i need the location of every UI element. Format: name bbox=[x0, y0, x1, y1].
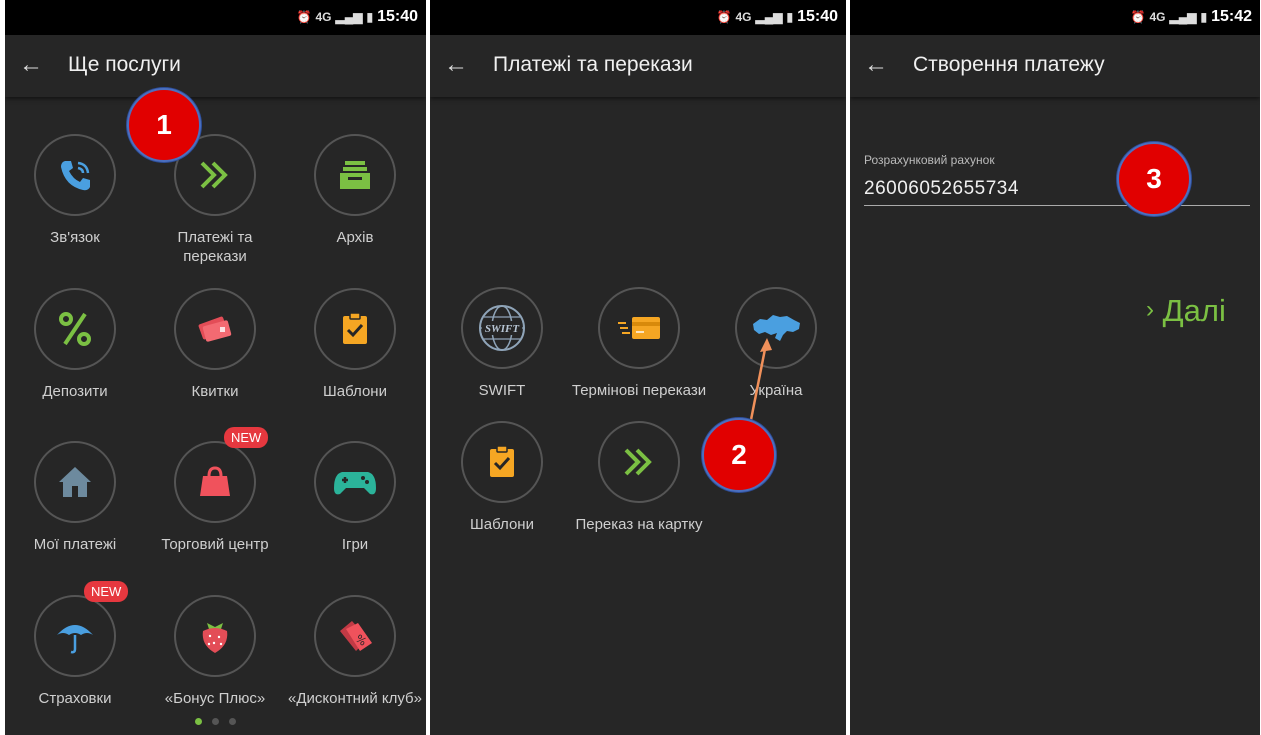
screen-more-services: ⏰ 4G ▂▄▆ ▮ 15:40 ← Ще послуги Зв'язок Пл… bbox=[5, 0, 426, 735]
clipboard-check-icon bbox=[314, 288, 396, 370]
transfer-tile-templates[interactable]: Шаблони bbox=[432, 421, 572, 534]
battery-icon: ▮ bbox=[1200, 10, 1208, 24]
back-arrow-icon[interactable]: ← bbox=[864, 52, 890, 78]
app-bar: ← Платежі та перекази bbox=[430, 35, 846, 97]
network-label: 4G bbox=[1149, 10, 1166, 24]
app-bar: ← Ще послуги bbox=[5, 35, 426, 97]
tile-label: Страховки bbox=[38, 690, 112, 707]
swift-logo-text: SWIFT bbox=[485, 323, 521, 335]
tile-label: Платежі та перекази bbox=[177, 229, 253, 265]
step-marker-1: 1 bbox=[127, 88, 201, 162]
tile-label: Квитки bbox=[191, 383, 239, 400]
fast-card-icon bbox=[598, 287, 680, 369]
umbrella-icon bbox=[34, 595, 116, 677]
signal-icon: ▂▄▆ bbox=[755, 10, 783, 24]
back-arrow-icon[interactable]: ← bbox=[19, 52, 45, 78]
service-tile-discount-club[interactable]: % «Дисконтний клуб» bbox=[285, 595, 425, 708]
battery-icon: ▮ bbox=[786, 10, 794, 24]
service-tile-archive[interactable]: Архів bbox=[285, 134, 425, 247]
screen-create-payment: ⏰ 4G ▂▄▆ ▮ 15:42 ← Створення платежу Роз… bbox=[850, 0, 1260, 735]
service-tile-templates[interactable]: Шаблони bbox=[285, 288, 425, 401]
service-tile-my-payments[interactable]: Мої платежі bbox=[5, 441, 145, 554]
tile-label: «Дисконтний клуб» bbox=[288, 690, 422, 707]
status-bar: ⏰ 4G ▂▄▆ ▮ 15:40 bbox=[5, 0, 426, 35]
clock: 15:40 bbox=[797, 8, 838, 25]
clipboard-check-icon bbox=[461, 421, 543, 503]
service-tile-shopping-center[interactable]: Торговий центр bbox=[145, 441, 285, 554]
account-field-label: Розрахунковий рахунок bbox=[864, 153, 995, 167]
house-icon bbox=[34, 441, 116, 523]
signal-icon: ▂▄▆ bbox=[1169, 10, 1197, 24]
double-chevron-icon bbox=[598, 421, 680, 503]
alarm-icon: ⏰ bbox=[1130, 10, 1146, 24]
tile-label: Архів bbox=[336, 229, 374, 246]
percent-icon bbox=[34, 288, 116, 370]
status-bar: ⏰ 4G ▂▄▆ ▮ 15:40 bbox=[430, 0, 846, 35]
clock: 15:40 bbox=[377, 8, 418, 25]
service-tile-games[interactable]: Ігри bbox=[285, 441, 425, 554]
page-dot[interactable] bbox=[212, 718, 219, 725]
tile-label: Зв'язок bbox=[50, 229, 100, 246]
tile-label: Термінові перекази bbox=[571, 382, 707, 399]
tile-label: Шаблони bbox=[323, 383, 387, 400]
tile-label: Ігри bbox=[341, 536, 369, 553]
back-arrow-icon[interactable]: ← bbox=[444, 52, 470, 78]
tickets-icon bbox=[174, 288, 256, 370]
service-tile-insurance[interactable]: Страховки bbox=[5, 595, 145, 708]
tile-label: Переказ на картку bbox=[575, 516, 703, 533]
tile-label: SWIFT bbox=[478, 382, 526, 399]
archive-tray-icon bbox=[314, 134, 396, 216]
service-tile-connection[interactable]: Зв'язок bbox=[5, 134, 145, 247]
service-tile-deposits[interactable]: Депозити bbox=[5, 288, 145, 401]
next-label: Далі bbox=[1162, 293, 1226, 328]
chevron-right-icon: › bbox=[1146, 296, 1154, 323]
account-input[interactable]: 26006052655734 bbox=[864, 178, 1019, 200]
alarm-icon: ⏰ bbox=[296, 10, 312, 24]
tile-label: Шаблони bbox=[470, 516, 534, 533]
transfer-tile-card[interactable]: Переказ на картку bbox=[569, 421, 709, 534]
network-label: 4G bbox=[315, 10, 332, 24]
status-bar: ⏰ 4G ▂▄▆ ▮ 15:42 bbox=[850, 0, 1260, 35]
page-indicator bbox=[195, 718, 236, 725]
service-tile-bonus-plus[interactable]: «Бонус Плюс» bbox=[145, 595, 285, 708]
step-marker-3: 3 bbox=[1117, 142, 1191, 216]
network-label: 4G bbox=[735, 10, 752, 24]
step-marker-2: 2 bbox=[702, 418, 776, 492]
clock: 15:42 bbox=[1211, 8, 1252, 25]
phone-icon bbox=[34, 134, 116, 216]
shopping-bag-icon bbox=[174, 441, 256, 523]
page-title: Платежі та перекази bbox=[493, 53, 693, 76]
strawberry-icon bbox=[174, 595, 256, 677]
page-dot-active[interactable] bbox=[195, 718, 202, 725]
transfer-tile-swift[interactable]: SWIFT SWIFT bbox=[432, 287, 572, 400]
tile-label: Депозити bbox=[42, 383, 108, 400]
screen-payments-transfers: ⏰ 4G ▂▄▆ ▮ 15:40 ← Платежі та перекази S… bbox=[430, 0, 846, 735]
tile-label: «Бонус Плюс» bbox=[164, 690, 266, 707]
new-badge: NEW bbox=[84, 581, 129, 602]
page-dot[interactable] bbox=[229, 718, 236, 725]
page-title: Створення платежу bbox=[913, 53, 1105, 76]
new-badge: NEW bbox=[224, 427, 269, 448]
page-title: Ще послуги bbox=[68, 53, 181, 76]
battery-icon: ▮ bbox=[366, 10, 374, 24]
app-bar: ← Створення платежу bbox=[850, 35, 1260, 97]
signal-icon: ▂▄▆ bbox=[335, 10, 363, 24]
gamepad-icon bbox=[314, 441, 396, 523]
alarm-icon: ⏰ bbox=[716, 10, 732, 24]
tile-label: Мої платежі bbox=[33, 536, 117, 553]
tile-label: Торговий центр bbox=[161, 536, 269, 553]
next-button[interactable]: › Далі bbox=[1146, 293, 1226, 329]
discount-tags-icon: % bbox=[314, 595, 396, 677]
swift-globe-icon: SWIFT bbox=[461, 287, 543, 369]
input-underline bbox=[864, 205, 1250, 206]
transfer-tile-urgent[interactable]: Термінові перекази bbox=[569, 287, 709, 400]
service-tile-tickets[interactable]: Квитки bbox=[145, 288, 285, 401]
